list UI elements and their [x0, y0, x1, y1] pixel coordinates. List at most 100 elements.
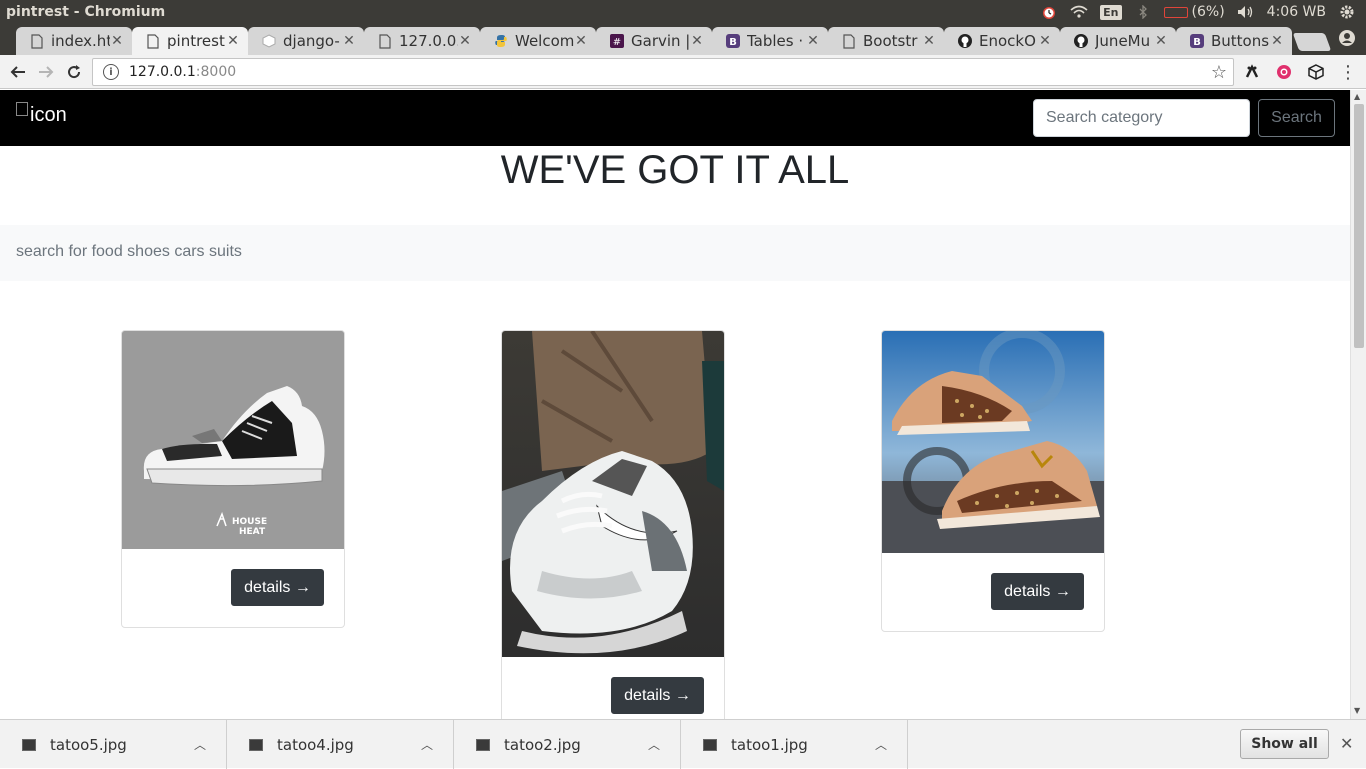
- grey-white-running-shoe-photo[interactable]: [502, 331, 724, 657]
- tab-close-icon[interactable]: ✕: [922, 33, 936, 49]
- download-item[interactable]: tatoo2.jpg ︿: [454, 720, 681, 769]
- tab-index[interactable]: index.ht ✕: [16, 27, 132, 55]
- tab-close-icon[interactable]: ✕: [574, 33, 588, 49]
- download-item[interactable]: tatoo4.jpg ︿: [227, 720, 454, 769]
- chevron-up-icon[interactable]: ︿: [875, 736, 889, 753]
- tab-close-icon[interactable]: ✕: [1154, 33, 1168, 49]
- category-search-input[interactable]: [1033, 99, 1250, 137]
- url-port: :8000: [195, 64, 237, 80]
- tab-label: Welcom: [515, 32, 574, 50]
- alarm-clock-icon[interactable]: [1040, 4, 1058, 20]
- battery-indicator[interactable]: (6%): [1163, 4, 1225, 20]
- bluetooth-icon[interactable]: [1134, 4, 1152, 20]
- tab-label: Bootstr: [863, 32, 918, 50]
- tab-label: Buttons: [1211, 32, 1270, 50]
- url-host: 127.0.0.1: [129, 64, 196, 80]
- download-item[interactable]: tatoo5.jpg ︿: [0, 720, 227, 769]
- tab-django[interactable]: django- ✕: [248, 27, 364, 55]
- tab-close-icon[interactable]: ✕: [226, 33, 240, 49]
- extension-paw-icon[interactable]: [1242, 62, 1262, 82]
- page-icon: [842, 33, 856, 49]
- tab-label: 127.0.0.: [399, 32, 458, 50]
- svg-text:B: B: [729, 37, 737, 48]
- search-button[interactable]: Search: [1258, 99, 1335, 137]
- tab-close-icon[interactable]: ✕: [110, 33, 124, 49]
- tab-github-enock[interactable]: EnockO ✕: [944, 27, 1060, 55]
- details-button[interactable]: details →: [611, 677, 704, 714]
- image-file-icon: [22, 738, 36, 751]
- show-all-downloads-button[interactable]: Show all: [1240, 729, 1329, 759]
- tab-github-june[interactable]: JuneMu ✕: [1060, 27, 1176, 55]
- product-card: details →: [501, 330, 725, 719]
- tab-label: pintrest: [167, 32, 225, 50]
- brand-alt-text: icon: [30, 104, 67, 126]
- forward-arrow-icon[interactable]: [33, 59, 59, 85]
- tab-label: EnockO: [979, 32, 1036, 50]
- site-info-icon[interactable]: i: [103, 64, 119, 80]
- wifi-icon[interactable]: [1070, 4, 1088, 20]
- tab-garvin[interactable]: # Garvin | ✕: [596, 27, 712, 55]
- github-icon: [958, 33, 972, 49]
- card-body: details →: [882, 553, 1104, 631]
- tab-pintrest[interactable]: pintrest ✕: [132, 27, 248, 55]
- volume-icon[interactable]: [1237, 4, 1255, 20]
- address-bar[interactable]: i 127.0.0.1:8000 ☆: [92, 58, 1234, 86]
- settings-gear-icon[interactable]: [1338, 4, 1356, 20]
- extension-cube-icon[interactable]: [1306, 62, 1326, 82]
- page-icon: [30, 33, 44, 49]
- download-item[interactable]: tatoo1.jpg ︿: [681, 720, 908, 769]
- github-icon: [1074, 33, 1088, 49]
- profile-icon[interactable]: [1338, 29, 1356, 47]
- downloads-bar: tatoo5.jpg ︿ tatoo4.jpg ︿ tatoo2.jpg ︿ t…: [0, 719, 1366, 769]
- tab-python-welcome[interactable]: Welcom ✕: [480, 27, 596, 55]
- white-black-sneaker-photo[interactable]: HOUSE HEAT: [122, 331, 344, 549]
- chevron-up-icon[interactable]: ︿: [421, 736, 435, 753]
- tab-close-icon[interactable]: ✕: [458, 33, 472, 49]
- tab-close-icon[interactable]: ✕: [806, 33, 820, 49]
- page-headline: WE'VE GOT IT ALL: [500, 148, 850, 192]
- bootstrap-icon: B: [726, 33, 740, 49]
- scroll-up-arrow-icon[interactable]: ▲: [1354, 92, 1360, 101]
- card-body: details →: [122, 549, 344, 627]
- image-file-icon: [703, 738, 717, 751]
- broken-image-icon: [16, 102, 28, 116]
- svg-text:B: B: [1193, 37, 1201, 48]
- page-scrollbar[interactable]: ▲ ▼: [1350, 90, 1366, 719]
- image-file-icon: [249, 738, 263, 751]
- extension-camera-icon[interactable]: [1274, 62, 1294, 82]
- details-button[interactable]: details →: [231, 569, 324, 606]
- details-button[interactable]: details →: [991, 573, 1084, 610]
- chevron-up-icon[interactable]: ︿: [194, 736, 208, 753]
- tab-close-icon[interactable]: ✕: [690, 33, 704, 49]
- os-top-bar: pintrest - Chromium En (6%) 4:06 WB: [0, 0, 1366, 24]
- window-title: pintrest - Chromium: [6, 4, 166, 20]
- tan-monogram-sneakers-photo[interactable]: [882, 331, 1104, 553]
- scrollbar-thumb[interactable]: [1354, 104, 1364, 348]
- tab-close-icon[interactable]: ✕: [342, 33, 356, 49]
- bookmark-star-icon[interactable]: ☆: [1211, 62, 1227, 83]
- image-file-icon: [476, 738, 490, 751]
- clock[interactable]: 4:06 WB: [1267, 4, 1326, 20]
- tab-close-icon[interactable]: ✕: [1038, 33, 1052, 49]
- scroll-down-arrow-icon[interactable]: ▼: [1354, 706, 1360, 715]
- tab-localhost[interactable]: 127.0.0. ✕: [364, 27, 480, 55]
- back-arrow-icon[interactable]: [5, 59, 31, 85]
- chevron-up-icon[interactable]: ︿: [648, 736, 662, 753]
- download-filename: tatoo2.jpg: [504, 735, 581, 754]
- new-tab-button[interactable]: [1292, 33, 1332, 51]
- web-page: icon Search WE'VE GOT IT ALL search for …: [0, 90, 1350, 719]
- search-hint-text: search for food shoes cars suits: [16, 243, 242, 260]
- menu-kebab-icon[interactable]: ⋮: [1338, 62, 1358, 83]
- tab-close-icon[interactable]: ✕: [1270, 33, 1284, 49]
- battery-percent: (6%): [1191, 4, 1225, 20]
- brand-logo[interactable]: icon: [16, 102, 67, 127]
- tab-buttons[interactable]: B Buttons ✕: [1176, 27, 1292, 55]
- keyboard-language-indicator[interactable]: En: [1100, 4, 1122, 20]
- tab-tables[interactable]: B Tables · ✕: [712, 27, 828, 55]
- close-icon[interactable]: ✕: [1340, 734, 1353, 753]
- battery-icon: [1163, 6, 1188, 18]
- slack-icon: #: [610, 33, 624, 49]
- tab-label: Garvin |: [631, 32, 690, 50]
- reload-icon[interactable]: [61, 59, 87, 85]
- tab-bootstrap[interactable]: Bootstr ✕: [828, 27, 944, 55]
